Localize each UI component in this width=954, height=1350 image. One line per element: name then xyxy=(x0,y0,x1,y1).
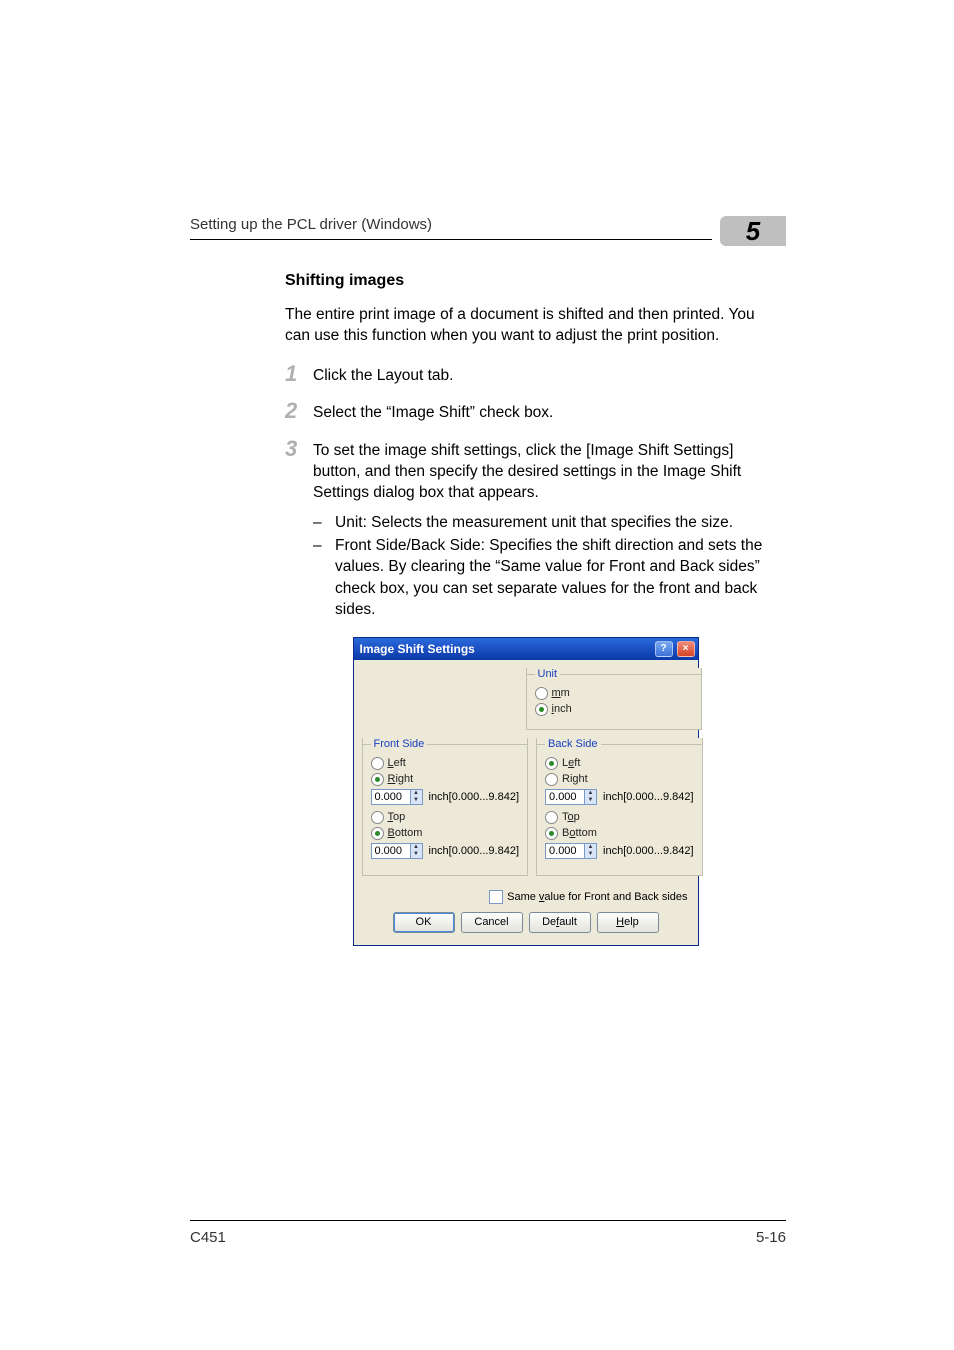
step-3-sublist: – Unit: Selects the measurement unit tha… xyxy=(313,512,764,621)
step-text: Select the “Image Shift” check box. xyxy=(313,400,764,423)
running-title: Setting up the PCL driver (Windows) xyxy=(190,216,712,233)
intro-paragraph: The entire print image of a document is … xyxy=(285,304,764,347)
spinner-buttons-icon[interactable]: ▲▼ xyxy=(585,789,597,805)
step-number: 3 xyxy=(285,438,313,623)
radio-icon xyxy=(371,757,384,770)
radio-icon xyxy=(371,827,384,840)
sub-item-text: Unit: Selects the measurement unit that … xyxy=(335,512,733,533)
front-vert-input[interactable] xyxy=(371,843,411,859)
back-legend: Back Side xyxy=(545,738,601,750)
step-3: 3 To set the image shift settings, click… xyxy=(313,438,764,623)
dialog-title: Image Shift Settings xyxy=(360,642,475,656)
front-side-group: Front Side Left Right ▲▼ xyxy=(362,738,529,876)
unit-legend: Unit xyxy=(535,668,561,680)
header-rule xyxy=(190,239,712,240)
front-horiz-spinner[interactable]: ▲▼ inch[0.000...9.842] xyxy=(371,789,520,805)
sub-item-text: Front Side/Back Side: Specifies the shif… xyxy=(335,535,764,621)
step-number: 1 xyxy=(285,363,313,386)
radio-icon xyxy=(545,773,558,786)
dialog-titlebar: Image Shift Settings ? × xyxy=(354,638,698,660)
page-footer: C451 5-16 xyxy=(190,1220,786,1246)
unit-group: Unit mm inch xyxy=(526,668,702,730)
back-horiz-input[interactable] xyxy=(545,789,585,805)
footer-left: C451 xyxy=(190,1229,226,1246)
back-right-radio[interactable]: Right xyxy=(545,773,694,786)
step-list: 1 Click the Layout tab. 2 Select the “Im… xyxy=(285,363,764,623)
chapter-chip: 5 xyxy=(720,216,786,246)
front-bottom-radio[interactable]: Bottom xyxy=(371,827,520,840)
default-button[interactable]: Default xyxy=(529,912,591,933)
back-horiz-spinner[interactable]: ▲▼ inch[0.000...9.842] xyxy=(545,789,694,805)
step-1: 1 Click the Layout tab. xyxy=(313,363,764,386)
step-2: 2 Select the “Image Shift” check box. xyxy=(313,400,764,423)
radio-icon xyxy=(545,757,558,770)
cancel-button[interactable]: Cancel xyxy=(461,912,523,933)
section-heading: Shifting images xyxy=(285,272,764,290)
step-text: Click the Layout tab. xyxy=(313,363,764,386)
step-number: 2 xyxy=(285,400,313,423)
same-value-checkbox[interactable]: Same value for Front and Back sides xyxy=(362,890,688,904)
same-value-label: Same value for Front and Back sides xyxy=(507,891,687,903)
dash-icon: – xyxy=(313,535,335,621)
front-vert-range: inch[0.000...9.842] xyxy=(429,845,520,857)
back-horiz-range: inch[0.000...9.842] xyxy=(603,791,694,803)
radio-icon xyxy=(545,827,558,840)
dialog-help-icon[interactable]: ? xyxy=(655,641,673,657)
front-left-radio[interactable]: Left xyxy=(371,757,520,770)
radio-icon xyxy=(545,811,558,824)
step-text: To set the image shift settings, click t… xyxy=(313,438,764,623)
front-top-radio[interactable]: Top xyxy=(371,811,520,824)
spinner-buttons-icon[interactable]: ▲▼ xyxy=(411,789,423,805)
unit-inch-radio[interactable]: inch xyxy=(535,703,693,716)
front-horiz-input[interactable] xyxy=(371,789,411,805)
front-vert-spinner[interactable]: ▲▼ inch[0.000...9.842] xyxy=(371,843,520,859)
radio-icon xyxy=(535,687,548,700)
ok-button[interactable]: OK xyxy=(393,912,455,933)
sub-item-unit: – Unit: Selects the measurement unit tha… xyxy=(313,512,764,533)
image-shift-settings-dialog: Image Shift Settings ? × Unit mm xyxy=(353,637,697,946)
dash-icon: – xyxy=(313,512,335,533)
body-content: Shifting images The entire print image o… xyxy=(285,272,764,946)
front-horiz-range: inch[0.000...9.842] xyxy=(429,791,520,803)
back-left-radio[interactable]: Left xyxy=(545,757,694,770)
back-vert-input[interactable] xyxy=(545,843,585,859)
back-side-group: Back Side Left Right ▲▼ xyxy=(536,738,703,876)
unit-mm-radio[interactable]: mm xyxy=(535,687,693,700)
spinner-buttons-icon[interactable]: ▲▼ xyxy=(585,843,597,859)
radio-icon xyxy=(371,773,384,786)
chapter-number: 5 xyxy=(746,216,760,247)
sub-item-sides: – Front Side/Back Side: Specifies the sh… xyxy=(313,535,764,621)
back-top-radio[interactable]: Top xyxy=(545,811,694,824)
back-vert-spinner[interactable]: ▲▼ inch[0.000...9.842] xyxy=(545,843,694,859)
page-header: Setting up the PCL driver (Windows) 5 xyxy=(0,0,954,240)
footer-right: 5-16 xyxy=(756,1229,786,1246)
radio-icon xyxy=(535,703,548,716)
back-vert-range: inch[0.000...9.842] xyxy=(603,845,694,857)
front-legend: Front Side xyxy=(371,738,428,750)
help-button[interactable]: Help xyxy=(597,912,659,933)
radio-icon xyxy=(371,811,384,824)
step-3-body: To set the image shift settings, click t… xyxy=(313,442,741,502)
checkbox-icon xyxy=(489,890,503,904)
front-right-radio[interactable]: Right xyxy=(371,773,520,786)
dialog-close-icon[interactable]: × xyxy=(677,641,695,657)
back-bottom-radio[interactable]: Bottom xyxy=(545,827,694,840)
dialog-button-row: OK Cancel Default Help xyxy=(362,912,690,933)
spinner-buttons-icon[interactable]: ▲▼ xyxy=(411,843,423,859)
